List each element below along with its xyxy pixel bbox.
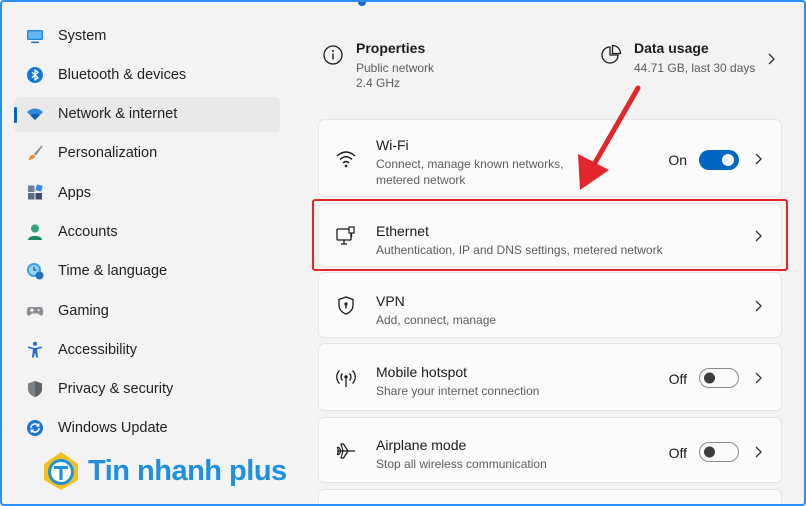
airplane-icon	[335, 440, 357, 462]
watermark-logo: Tin nhanh plus	[40, 450, 287, 492]
hotspot-description: Share your internet connection	[376, 384, 540, 398]
data-usage-title: Data usage	[634, 40, 709, 56]
sidebar-item-label: System	[58, 27, 107, 44]
chevron-right-icon[interactable]	[766, 52, 776, 71]
logo-text: Tin nhanh plus	[88, 454, 287, 487]
hotspot-toggle[interactable]	[699, 368, 739, 388]
network-band: 2.4 GHz	[356, 76, 401, 90]
sidebar-item-network[interactable]: Network & internet	[14, 96, 280, 132]
shield-icon	[335, 295, 357, 317]
data-usage-link[interactable]: Data usage 44.71 GB, last 30 days	[600, 40, 755, 76]
shield-icon	[26, 380, 44, 398]
bluetooth-icon	[26, 66, 44, 84]
chevron-right-icon	[753, 371, 763, 385]
sidebar-item-time-language[interactable]: Time & language	[14, 254, 280, 289]
vpn-title: VPN	[376, 293, 405, 309]
network-properties-bar: Properties Public network 2.4 GHz Data u…	[318, 30, 782, 102]
data-usage-amount: 44.71 GB, last 30 days	[634, 61, 756, 75]
update-icon	[26, 419, 44, 437]
sidebar-nav: System Bluetooth & devices Network & int…	[14, 18, 280, 450]
wifi-toggle[interactable]	[699, 150, 739, 170]
sidebar-item-windows-update[interactable]: Windows Update	[14, 411, 280, 446]
wifi-signal-icon	[335, 148, 357, 170]
sidebar-item-label: Network & internet	[58, 106, 178, 123]
next-settings-card[interactable]	[318, 489, 782, 504]
apps-icon	[26, 184, 44, 202]
wifi-description: Connect, manage known networks, metered …	[376, 157, 563, 188]
airplane-mode-card[interactable]: Airplane mode Stop all wireless communic…	[318, 417, 782, 483]
sidebar-item-personalization[interactable]: Personalization	[14, 136, 280, 171]
wifi-icon	[26, 105, 44, 123]
indicator-dot	[358, 2, 366, 6]
chevron-right-icon	[753, 299, 763, 313]
sidebar-item-accessibility[interactable]: Accessibility	[14, 332, 280, 367]
sidebar-item-bluetooth[interactable]: Bluetooth & devices	[14, 57, 280, 92]
airplane-toggle[interactable]	[699, 442, 739, 462]
annotation-arrow	[578, 85, 641, 190]
vpn-card[interactable]: VPN Add, connect, manage	[318, 272, 782, 338]
logo-mark-icon	[44, 452, 78, 490]
sidebar-item-privacy-security[interactable]: Privacy & security	[14, 372, 280, 407]
properties-title: Properties	[356, 40, 426, 56]
sidebar-item-label: Privacy & security	[58, 381, 174, 398]
wifi-title: Wi-Fi	[376, 137, 409, 153]
sidebar-item-label: Time & language	[58, 263, 168, 280]
sidebar-item-label: Personalization	[58, 145, 158, 162]
airplane-state-label: Off	[668, 445, 687, 461]
accessibility-icon	[26, 341, 44, 359]
sidebar-item-label: Gaming	[58, 302, 109, 319]
ethernet-highlight-box	[312, 199, 788, 271]
vpn-description: Add, connect, manage	[376, 313, 497, 327]
sidebar-item-system[interactable]: System	[14, 18, 280, 53]
sidebar-item-apps[interactable]: Apps	[14, 175, 280, 210]
mobile-hotspot-card[interactable]: Mobile hotspot Share your internet conne…	[318, 343, 782, 411]
sidebar-item-label: Apps	[58, 184, 92, 201]
airplane-title: Airplane mode	[376, 437, 467, 453]
chevron-right-icon	[753, 445, 763, 459]
chevron-right-icon	[753, 152, 763, 166]
hotspot-icon	[335, 367, 357, 389]
hotspot-state-label: Off	[668, 371, 687, 387]
wifi-description-line2: metered network	[376, 172, 466, 187]
sidebar-item-label: Accessibility	[58, 341, 137, 358]
info-icon	[322, 44, 344, 66]
properties-link[interactable]: Properties Public network 2.4 GHz	[322, 40, 434, 91]
network-type: Public network	[356, 61, 435, 75]
pie-chart-icon	[600, 44, 622, 66]
sidebar-item-gaming[interactable]: Gaming	[14, 293, 280, 328]
hotspot-title: Mobile hotspot	[376, 364, 468, 380]
wifi-state-label: On	[668, 152, 687, 168]
settings-window: System Bluetooth & devices Network & int…	[0, 0, 806, 506]
sidebar-item-label: Accounts	[58, 223, 118, 240]
airplane-description: Stop all wireless communication	[376, 457, 547, 471]
sidebar-item-label: Windows Update	[58, 420, 168, 437]
sidebar-item-label: Bluetooth & devices	[58, 66, 187, 83]
monitor-icon	[26, 27, 44, 45]
toggle-knob	[722, 154, 734, 166]
brush-icon	[26, 144, 44, 162]
sidebar-item-accounts[interactable]: Accounts	[14, 214, 280, 249]
wifi-description-line1: Connect, manage known networks,	[376, 157, 564, 171]
toggle-knob	[704, 446, 715, 458]
toggle-knob	[704, 372, 715, 384]
clock-globe-icon	[26, 262, 44, 280]
wifi-card[interactable]: Wi-Fi Connect, manage known networks, me…	[318, 119, 782, 197]
person-icon	[26, 223, 44, 241]
gamepad-icon	[26, 302, 44, 320]
